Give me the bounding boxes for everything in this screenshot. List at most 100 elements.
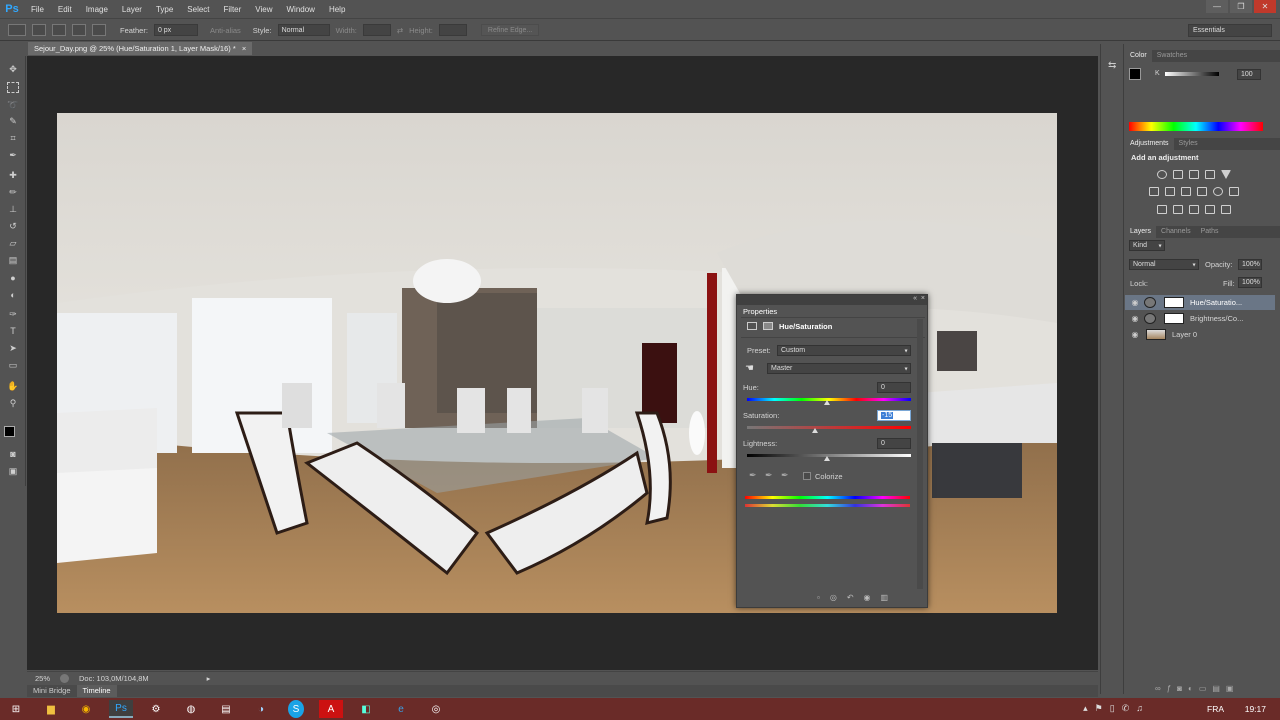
layer-row[interactable]: ◉ Brightness/Co... <box>1125 311 1275 326</box>
threshold-adjustment-icon[interactable] <box>1189 205 1199 214</box>
status-menu-arrow-icon[interactable]: ▸ <box>207 674 211 683</box>
zoom-tool-icon[interactable]: ⚲ <box>7 398 19 409</box>
new-selection-icon[interactable] <box>32 24 46 36</box>
screen-mode-icon[interactable]: ▣ <box>7 466 19 477</box>
height-input[interactable] <box>438 24 467 36</box>
hand-tool-icon[interactable]: ✋ <box>7 381 19 392</box>
tab-adjustments[interactable]: Adjustments <box>1125 138 1174 150</box>
hue-slider-thumb[interactable] <box>824 400 830 405</box>
channel-mixer-adjustment-icon[interactable] <box>1213 187 1223 196</box>
quick-select-tool-icon[interactable]: ✎ <box>7 116 19 127</box>
zoom-level[interactable]: 25% <box>35 674 50 683</box>
document-tab[interactable]: Sejour_Day.png @ 25% (Hue/Saturation 1, … <box>28 42 253 55</box>
refine-edge-button[interactable]: Refine Edge... <box>480 24 540 36</box>
feather-input[interactable]: 0 px <box>153 24 198 36</box>
marquee-tool-icon[interactable] <box>7 82 19 93</box>
status-info-icon[interactable] <box>60 673 70 683</box>
menu-image[interactable]: Image <box>79 0 115 19</box>
tab-layers[interactable]: Layers <box>1125 226 1157 238</box>
tool-preset-picker[interactable] <box>8 24 26 36</box>
quick-mask-icon[interactable]: ◙ <box>7 449 19 460</box>
add-selection-icon[interactable] <box>52 24 66 36</box>
antialias-checkbox[interactable]: Anti-alias <box>210 26 241 35</box>
swap-icon[interactable]: ⇄ <box>397 26 403 35</box>
clone-stamp-tool-icon[interactable]: ⊥ <box>7 204 19 215</box>
visibility-eye-icon[interactable]: ◉ <box>1130 298 1140 307</box>
color-spectrum[interactable] <box>1129 122 1263 131</box>
tab-channels[interactable]: Channels <box>1156 226 1196 238</box>
move-tool-icon[interactable]: ✥ <box>7 64 19 75</box>
close-button[interactable]: ✕ <box>1254 0 1276 13</box>
mask-icon[interactable] <box>763 322 773 330</box>
app-icon[interactable]: ⚙ <box>144 700 168 718</box>
language-indicator[interactable]: FRA <box>1207 704 1224 714</box>
minimize-button[interactable]: — <box>1206 0 1228 13</box>
steam-icon[interactable]: ◑ <box>249 700 273 718</box>
workspace-select[interactable]: Essentials <box>1188 24 1272 37</box>
visibility-eye-icon[interactable]: ◉ <box>1130 330 1140 339</box>
hue-input[interactable]: 0 <box>877 382 911 393</box>
blend-mode-select[interactable]: Normal <box>1129 259 1199 270</box>
menu-type[interactable]: Type <box>149 0 180 19</box>
menu-edit[interactable]: Edit <box>51 0 79 19</box>
obs-icon[interactable]: ◎ <box>424 700 448 718</box>
properties-panel-header[interactable]: « × <box>737 295 927 305</box>
layer-name[interactable]: Hue/Saturatio... <box>1190 298 1242 307</box>
gradient-tool-icon[interactable]: ▤ <box>7 255 19 266</box>
app-icon[interactable]: ◧ <box>354 700 378 718</box>
history-brush-tool-icon[interactable]: ↺ <box>7 221 19 232</box>
preset-select[interactable]: Custom <box>777 345 911 356</box>
visibility-eye-icon[interactable]: ◉ <box>1130 314 1140 323</box>
saturation-slider-thumb[interactable] <box>812 428 818 433</box>
eyedropper-plus-icon[interactable]: ✒ <box>765 470 773 481</box>
crop-tool-icon[interactable]: ⌗ <box>7 133 19 144</box>
dodge-tool-icon[interactable]: ◐ <box>7 290 19 301</box>
pen-tool-icon[interactable]: ✑ <box>7 309 19 320</box>
app-icon[interactable]: ◍ <box>179 700 203 718</box>
layer-name[interactable]: Layer 0 <box>1172 330 1197 339</box>
foreground-color-swatch[interactable] <box>4 426 15 437</box>
k-value-input[interactable]: 100 <box>1237 69 1261 80</box>
channel-select[interactable]: Master <box>767 363 911 374</box>
layer-mask-thumbnail[interactable] <box>1164 313 1184 324</box>
brightness-adjustment-icon[interactable] <box>1157 170 1167 179</box>
menu-select[interactable]: Select <box>180 0 216 19</box>
lightness-slider-thumb[interactable] <box>824 456 830 461</box>
menu-help[interactable]: Help <box>322 0 352 19</box>
acrobat-icon[interactable]: A <box>319 700 343 718</box>
black-white-adjustment-icon[interactable] <box>1181 187 1191 196</box>
eyedropper-minus-icon[interactable]: ✒ <box>781 470 789 481</box>
color-balance-adjustment-icon[interactable] <box>1165 187 1175 196</box>
system-tray-icons[interactable]: ▴⚑▯✆♫ <box>1083 703 1150 714</box>
lasso-tool-icon[interactable]: ➰ <box>7 100 19 111</box>
eyedropper-tool-icon[interactable]: ✒ <box>7 150 19 161</box>
properties-footer-icons[interactable]: ▫◎↶◉▥ <box>817 593 898 602</box>
restore-button[interactable]: ❐ <box>1230 0 1252 13</box>
vibrance-adjustment-icon[interactable] <box>1221 170 1231 179</box>
targeted-adjustment-hand-icon[interactable]: ☚ <box>745 363 754 374</box>
curves-adjustment-icon[interactable] <box>1189 170 1199 179</box>
lightness-input[interactable]: 0 <box>877 438 911 449</box>
intersect-selection-icon[interactable] <box>92 24 106 36</box>
layer-thumbnail[interactable] <box>1146 329 1166 340</box>
fill-input[interactable]: 100% <box>1238 277 1262 288</box>
width-input[interactable] <box>362 24 391 36</box>
layer-name[interactable]: Brightness/Co... <box>1190 314 1243 323</box>
menu-view[interactable]: View <box>248 0 279 19</box>
posterize-adjustment-icon[interactable] <box>1173 205 1183 214</box>
color-fg-swatch[interactable] <box>1129 68 1141 80</box>
menu-window[interactable]: Window <box>280 0 322 19</box>
blur-tool-icon[interactable]: ● <box>7 273 19 284</box>
k-slider[interactable] <box>1165 72 1219 76</box>
chrome-icon[interactable]: ◉ <box>74 700 98 718</box>
history-panel-icon[interactable]: ⇆ <box>1108 60 1116 71</box>
layer-kind-filter[interactable]: Kind <box>1129 240 1165 251</box>
layer-row[interactable]: ◉ Layer 0 <box>1125 327 1275 342</box>
eraser-tool-icon[interactable]: ▱ <box>7 238 19 249</box>
document-icon[interactable]: ▤ <box>214 700 238 718</box>
style-select[interactable]: Normal <box>277 24 330 36</box>
file-explorer-icon[interactable]: ▆ <box>39 700 63 718</box>
layer-row[interactable]: ◉ Hue/Saturatio... <box>1125 295 1275 310</box>
path-selection-tool-icon[interactable]: ➤ <box>7 343 19 354</box>
tab-color[interactable]: Color <box>1125 50 1152 62</box>
